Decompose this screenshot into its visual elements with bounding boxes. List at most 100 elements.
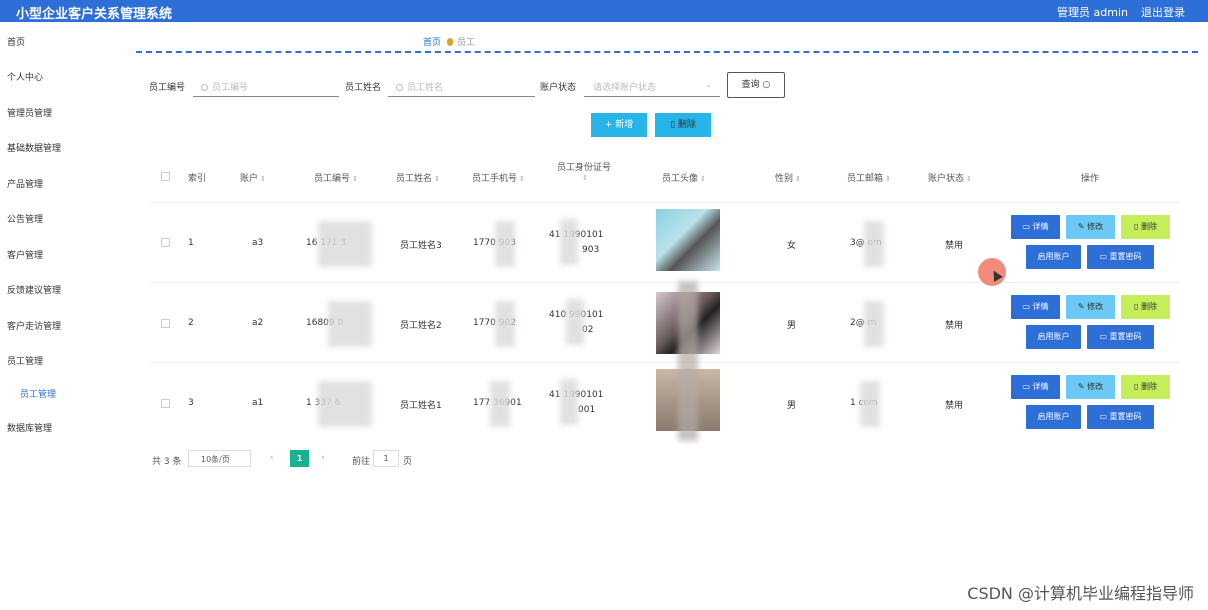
- divider: [136, 51, 1198, 53]
- staff-no-label: 员工编号: [149, 83, 186, 93]
- search-icon: [396, 84, 403, 91]
- sidebar-item-admin[interactable]: 管理员管理: [7, 106, 52, 119]
- th-phone[interactable]: 员工手机号 ⇕: [472, 171, 525, 184]
- th-gender[interactable]: 性别 ⇕: [775, 171, 801, 184]
- pagination-total: 共 3 条: [152, 457, 182, 467]
- app-title: 小型企业客户关系管理系统: [16, 7, 173, 22]
- privacy-blur: [328, 301, 372, 347]
- sidebar-item-feedback[interactable]: 反馈建议管理: [7, 283, 61, 296]
- sidebar-item-customer[interactable]: 客户管理: [7, 248, 43, 261]
- watermark: CSDN @计算机毕业编程指导师: [967, 584, 1194, 603]
- breadcrumb-separator-icon: [447, 38, 454, 46]
- sidebar-item-product[interactable]: 产品管理: [7, 177, 43, 190]
- page-suffix-label: 页: [403, 457, 413, 467]
- query-button[interactable]: 查询 ○: [727, 72, 785, 98]
- cell-gender: 男: [787, 321, 797, 331]
- status-label: 账户状态: [540, 83, 577, 93]
- privacy-blur: [864, 301, 884, 347]
- detail-button[interactable]: ▭ 详情: [1011, 295, 1060, 319]
- delete-button[interactable]: ▯ 删除: [1121, 295, 1170, 319]
- sidebar-item-visit[interactable]: 客户走访管理: [7, 319, 61, 332]
- privacy-blur: [490, 381, 510, 427]
- page-number-current[interactable]: 1: [290, 450, 309, 467]
- prev-page-icon[interactable]: ‹: [270, 453, 274, 463]
- cell-gender: 女: [787, 241, 797, 251]
- cell-gender: 男: [787, 401, 797, 411]
- sidebar-item-notice[interactable]: 公告管理: [7, 212, 43, 225]
- staff-name-input[interactable]: 员工姓名: [388, 74, 535, 97]
- cell-status: 禁用: [945, 321, 964, 331]
- enable-account-button[interactable]: 启用账户: [1026, 325, 1081, 349]
- th-account-label: 账户: [240, 174, 259, 184]
- status-select[interactable]: 请选择账户状态 ⌄: [584, 74, 720, 97]
- sidebar-item-profile[interactable]: 个人中心: [7, 70, 43, 83]
- cell-index: 1: [188, 238, 194, 248]
- edit-label: 修改: [1087, 302, 1104, 311]
- reset-password-button[interactable]: ▭ 重置密码: [1087, 245, 1154, 269]
- staff-table: 索引 账户 ⇕ 员工编号 ⇕ 员工姓名 ⇕ 员工手机号 ⇕ 员工身份证号 ⇕ 员工头像 ⇕ …: [150, 151, 1180, 442]
- detail-button[interactable]: ▭ 详情: [1011, 375, 1060, 399]
- cell-index: 2: [188, 318, 194, 328]
- select-all-checkbox[interactable]: [161, 172, 170, 181]
- cell-status: 禁用: [945, 241, 964, 251]
- sort-icon: ⇕: [434, 175, 440, 183]
- row-checkbox[interactable]: [161, 319, 170, 328]
- batch-delete-button[interactable]: ▯ 删除: [655, 113, 711, 137]
- sidebar-subitem-staff[interactable]: 员工管理: [20, 387, 56, 400]
- sidebar-item-database[interactable]: 数据库管理: [7, 421, 52, 434]
- sidebar-item-home[interactable]: 首页: [7, 35, 25, 48]
- pencil-icon: ✎: [1077, 302, 1085, 311]
- doc-icon: ▭: [1022, 302, 1030, 311]
- cell-idcard-line2: 001: [578, 405, 596, 415]
- th-status[interactable]: 账户状态 ⇕: [928, 171, 972, 184]
- th-account[interactable]: 账户 ⇕: [240, 171, 266, 184]
- row-checkbox[interactable]: [161, 399, 170, 408]
- th-avatar-label: 员工头像: [662, 174, 699, 184]
- th-staff-name[interactable]: 员工姓名 ⇕: [396, 171, 440, 184]
- privacy-blur: [864, 221, 884, 267]
- cell-account: a3: [252, 238, 264, 248]
- sort-icon: ⇕: [260, 175, 266, 183]
- privacy-blur: [318, 221, 372, 267]
- reset-password-label: 重置密码: [1109, 252, 1142, 261]
- edit-button[interactable]: ✎ 修改: [1066, 375, 1115, 399]
- staff-name-placeholder: 员工姓名: [407, 83, 444, 93]
- reset-password-button[interactable]: ▭ 重置密码: [1087, 405, 1154, 429]
- enable-account-button[interactable]: 启用账户: [1026, 405, 1081, 429]
- edit-button[interactable]: ✎ 修改: [1066, 295, 1115, 319]
- current-user: 管理员 admin: [1057, 6, 1128, 19]
- goto-page-input[interactable]: 1: [373, 450, 399, 467]
- breadcrumb: 首页 员工: [423, 35, 475, 48]
- sidebar-item-basedata[interactable]: 基础数据管理: [7, 141, 61, 154]
- breadcrumb-home[interactable]: 首页: [423, 38, 441, 48]
- th-email[interactable]: 员工邮箱 ⇕: [847, 171, 891, 184]
- delete-button[interactable]: ▯ 删除: [1121, 215, 1170, 239]
- detail-button[interactable]: ▭ 详情: [1011, 215, 1060, 239]
- doc-icon: ▭: [1099, 332, 1107, 341]
- delete-button[interactable]: ▯ 删除: [1121, 375, 1170, 399]
- privacy-blur: [495, 221, 515, 267]
- th-avatar[interactable]: 员工头像 ⇕: [662, 171, 706, 184]
- page-size-select[interactable]: 10条/页: [188, 450, 251, 467]
- table-row: 3 a1 1 337 6 员工姓名1 177 36901 41 1990101 …: [150, 362, 1180, 442]
- search-icon: [201, 84, 208, 91]
- add-button[interactable]: + 新增: [591, 113, 647, 137]
- th-staff-no[interactable]: 员工编号 ⇕: [314, 171, 358, 184]
- enable-account-button[interactable]: 启用账户: [1026, 245, 1081, 269]
- delete-label: 删除: [1140, 222, 1157, 231]
- edit-button[interactable]: ✎ 修改: [1066, 215, 1115, 239]
- delete-label: 删除: [1140, 302, 1157, 311]
- staff-no-placeholder: 员工编号: [212, 83, 249, 93]
- sidebar-item-staff[interactable]: 员工管理: [7, 354, 43, 367]
- cell-staff-name: 员工姓名2: [400, 321, 442, 331]
- sort-icon: ⇕: [582, 174, 588, 182]
- goto-label: 前往: [352, 457, 371, 467]
- avatar: [656, 209, 720, 271]
- row-checkbox[interactable]: [161, 238, 170, 247]
- th-idcard[interactable]: 员工身份证号 ⇕: [557, 160, 611, 183]
- detail-label: 详情: [1032, 302, 1049, 311]
- next-page-icon[interactable]: ›: [321, 453, 325, 463]
- reset-password-button[interactable]: ▭ 重置密码: [1087, 325, 1154, 349]
- logout-link[interactable]: 退出登录: [1141, 4, 1185, 20]
- staff-no-input[interactable]: 员工编号: [193, 74, 339, 97]
